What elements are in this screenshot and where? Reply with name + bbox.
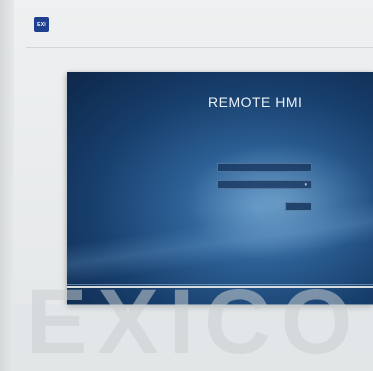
brand-logo-icon[interactable]: EXI (34, 17, 49, 32)
username-field[interactable] (217, 163, 312, 172)
watermark-text: EXICO (26, 282, 363, 371)
chevron-down-icon[interactable]: ▾ (304, 182, 307, 188)
hmi-title: REMOTE HMI (208, 94, 303, 110)
frame-edge-shadow (0, 0, 14, 371)
brand-watermark: EXICO (14, 282, 373, 371)
header-divider (26, 47, 373, 48)
page-frame: EXI REMOTE HMI ▾ EXICO (0, 0, 373, 371)
password-field[interactable]: ▾ (217, 180, 312, 189)
hmi-login-screen: REMOTE HMI ▾ (67, 72, 373, 305)
login-button[interactable] (285, 202, 312, 211)
brand-logo-text: EXI (37, 21, 46, 28)
